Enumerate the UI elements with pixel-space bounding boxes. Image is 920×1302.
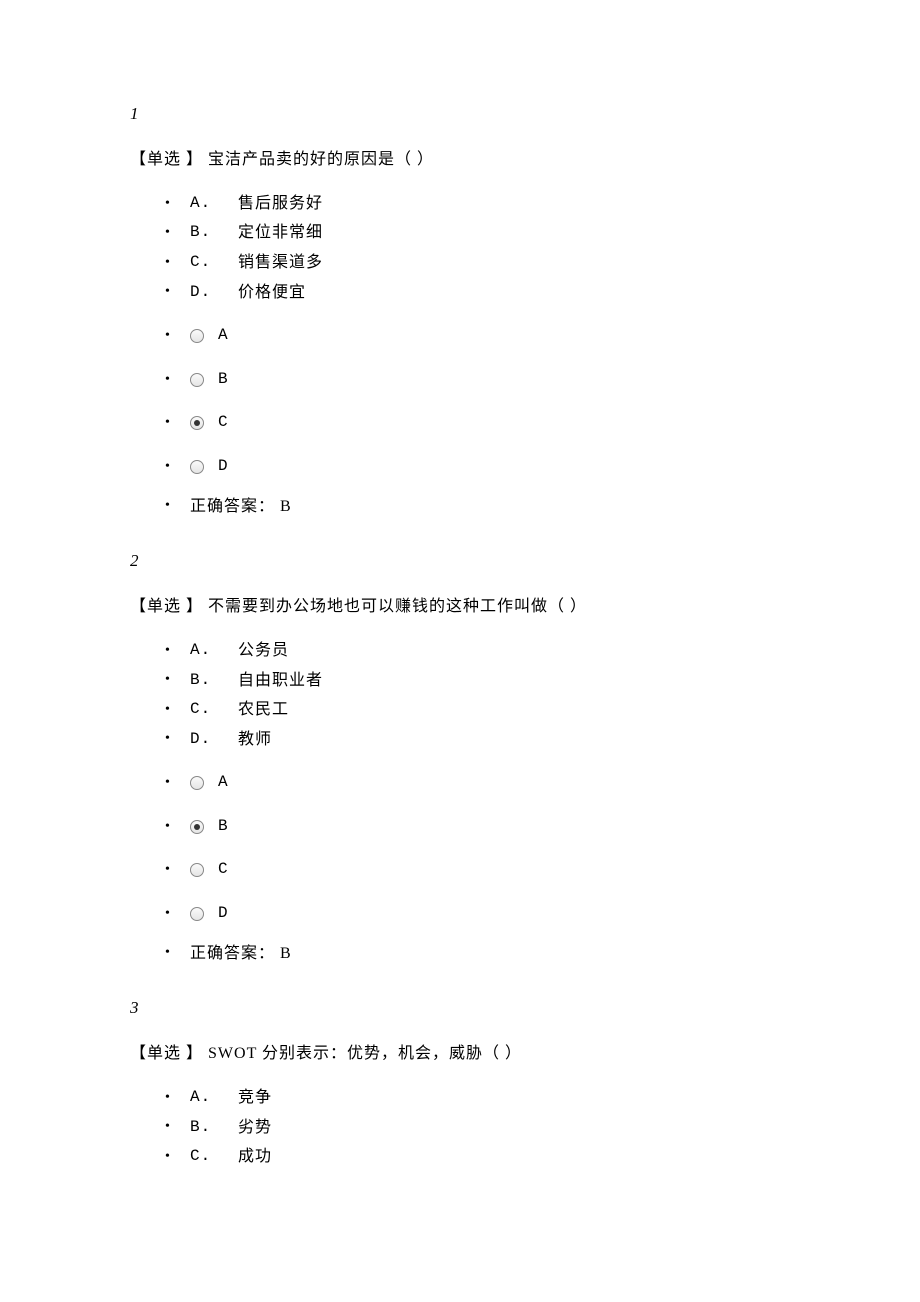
radio-icon[interactable] (190, 820, 204, 834)
choice-item: D.教师 (180, 727, 790, 753)
question-tag: 【单选 】 (130, 151, 203, 168)
radio-option[interactable]: B (180, 814, 790, 840)
correct-answer: 正确答案： B (180, 494, 790, 520)
choice-item: C.农民工 (180, 697, 790, 723)
radio-label: B (218, 814, 228, 840)
radio-label: C (218, 410, 228, 436)
correct-answer: 正确答案： B (180, 941, 790, 967)
question-number: 2 (130, 547, 790, 574)
radio-icon[interactable] (190, 373, 204, 387)
choice-text: 劣势 (220, 1115, 272, 1141)
choice-list: A.公务员B.自由职业者C.农民工D.教师ABCD正确答案： B (130, 638, 790, 966)
choice-text: 自由职业者 (220, 668, 323, 694)
choice-item: A.竞争 (180, 1085, 790, 1111)
radio-icon[interactable] (190, 460, 204, 474)
radio-option[interactable]: C (180, 857, 790, 883)
radio-icon[interactable] (190, 416, 204, 430)
radio-label: D (218, 901, 228, 927)
choice-label: C. (190, 697, 220, 723)
choice-item: B.自由职业者 (180, 668, 790, 694)
choice-text: 销售渠道多 (220, 250, 323, 276)
radio-option[interactable]: A (180, 323, 790, 349)
question-block: 1【单选 】 宝洁产品卖的好的原因是（ ）A.售后服务好B.定位非常细C.销售渠… (130, 100, 790, 519)
question-text: 【单选 】 SWOT 分别表示：优势，机会，威胁（ ） (130, 1041, 790, 1067)
question-number: 1 (130, 100, 790, 127)
choice-text: 教师 (220, 727, 272, 753)
choice-text: 成功 (220, 1144, 272, 1170)
question-tag: 【单选 】 (130, 598, 203, 615)
choice-label: B. (190, 668, 220, 694)
radio-icon[interactable] (190, 776, 204, 790)
question-title: 宝洁产品卖的好的原因是（ ） (203, 151, 434, 168)
choice-item: A.售后服务好 (180, 191, 790, 217)
choice-item: B.定位非常细 (180, 220, 790, 246)
radio-label: D (218, 454, 228, 480)
answer-text: 正确答案： B (190, 494, 292, 520)
radio-option[interactable]: B (180, 367, 790, 393)
choice-item: C.销售渠道多 (180, 250, 790, 276)
choice-item: A.公务员 (180, 638, 790, 664)
question-tag: 【单选 】 (130, 1045, 203, 1062)
radio-option[interactable]: D (180, 901, 790, 927)
choice-list: A.售后服务好B.定位非常细C.销售渠道多D.价格便宜ABCD正确答案： B (130, 191, 790, 519)
choice-label: C. (190, 1144, 220, 1170)
radio-icon[interactable] (190, 863, 204, 877)
radio-option[interactable]: D (180, 454, 790, 480)
radio-label: C (218, 857, 228, 883)
choice-label: D. (190, 280, 220, 306)
question-title: SWOT 分别表示：优势，机会，威胁（ ） (203, 1045, 522, 1062)
question-text: 【单选 】 不需要到办公场地也可以赚钱的这种工作叫做（ ） (130, 594, 790, 620)
radio-icon[interactable] (190, 907, 204, 921)
question-block: 2【单选 】 不需要到办公场地也可以赚钱的这种工作叫做（ ）A.公务员B.自由职… (130, 547, 790, 966)
radio-icon[interactable] (190, 329, 204, 343)
question-block: 3【单选 】 SWOT 分别表示：优势，机会，威胁（ ）A.竞争B.劣势C.成功 (130, 994, 790, 1170)
choice-label: C. (190, 250, 220, 276)
choice-label: A. (190, 191, 220, 217)
choice-item: C.成功 (180, 1144, 790, 1170)
choice-item: B.劣势 (180, 1115, 790, 1141)
answer-text: 正确答案： B (190, 941, 292, 967)
radio-option[interactable]: A (180, 770, 790, 796)
choice-text: 农民工 (220, 697, 289, 723)
choice-label: B. (190, 220, 220, 246)
choice-text: 定位非常细 (220, 220, 323, 246)
choice-text: 公务员 (220, 638, 289, 664)
choice-item: D.价格便宜 (180, 280, 790, 306)
question-title: 不需要到办公场地也可以赚钱的这种工作叫做（ ） (203, 598, 587, 615)
radio-label: B (218, 367, 228, 393)
choice-label: A. (190, 1085, 220, 1111)
choice-label: A. (190, 638, 220, 664)
choice-list: A.竞争B.劣势C.成功 (130, 1085, 790, 1170)
choice-text: 竞争 (220, 1085, 272, 1111)
radio-label: A (218, 323, 228, 349)
choice-text: 价格便宜 (220, 280, 306, 306)
question-text: 【单选 】 宝洁产品卖的好的原因是（ ） (130, 147, 790, 173)
radio-option[interactable]: C (180, 410, 790, 436)
radio-label: A (218, 770, 228, 796)
choice-text: 售后服务好 (220, 191, 323, 217)
choice-label: D. (190, 727, 220, 753)
question-number: 3 (130, 994, 790, 1021)
choice-label: B. (190, 1115, 220, 1141)
